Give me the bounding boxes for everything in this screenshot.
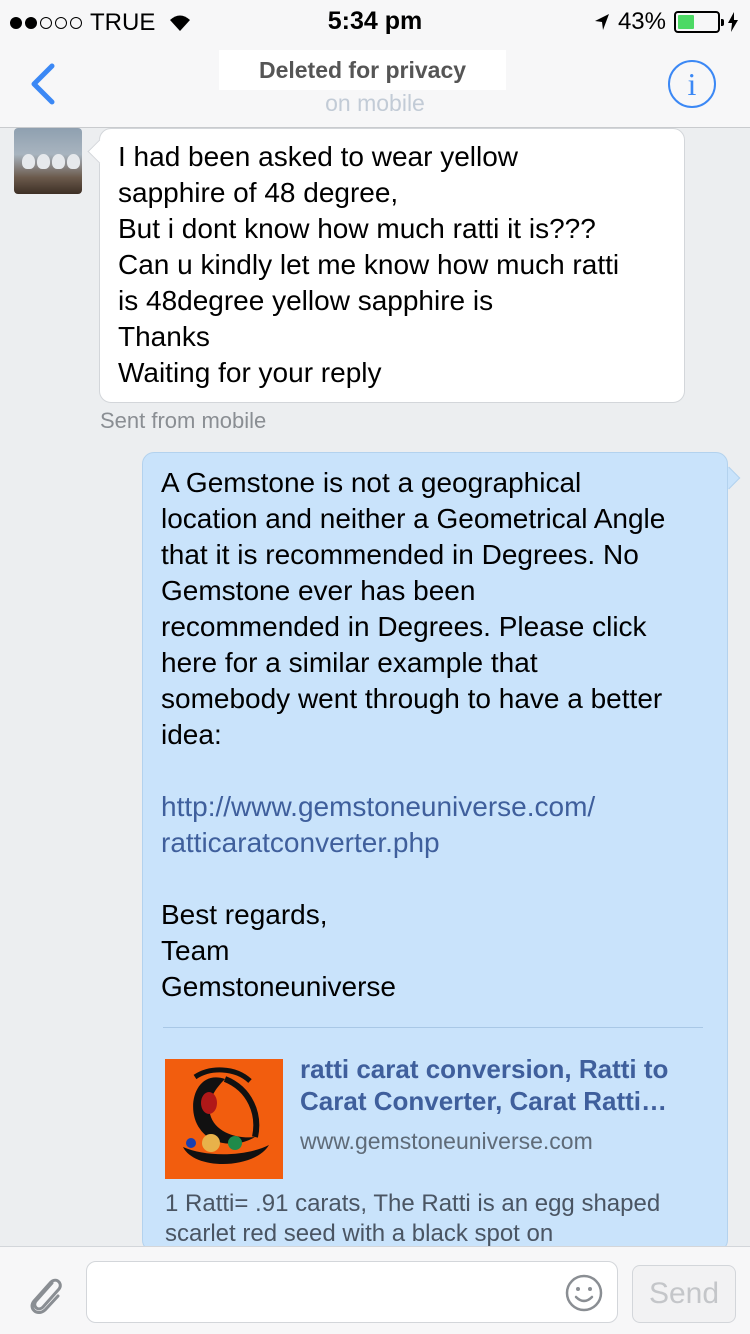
message-line: Waiting for your reply — [118, 357, 382, 388]
gem-logo-icon — [183, 1067, 269, 1165]
message-composer: Send — [0, 1246, 750, 1334]
message-line: here for a similar example that — [161, 647, 538, 678]
navigation-bar: Deleted for privacy on mobile i — [0, 40, 750, 128]
battery-level — [678, 15, 695, 29]
conversation-title: Deleted for privacy — [219, 50, 506, 90]
message-meta: Sent from mobile — [100, 408, 267, 433]
link-preview-url[interactable]: www.gemstoneuniverse.com — [300, 1123, 593, 1159]
preview-divider — [163, 1027, 703, 1028]
incoming-message-bubble: I had been asked to wear yellow sapphire… — [99, 128, 685, 403]
message-link[interactable]: http://www.gemstoneuniverse.com/ — [161, 789, 709, 825]
status-right: 43% — [594, 8, 738, 36]
link-preview-description: 1 Ratti= .91 carats, The Ratti is an egg… — [165, 1190, 661, 1247]
send-button[interactable]: Send — [632, 1265, 736, 1323]
status-bar: TRUE 5:34 pm 43% — [0, 0, 750, 40]
message-line: Can u kindly let me know how much ratti — [118, 249, 620, 280]
info-icon[interactable]: i — [668, 60, 716, 108]
message-line: recommended in Degrees. Please click — [161, 611, 647, 642]
link-preview-title[interactable]: ratti carat conversion, Ratti to Carat C… — [300, 1053, 710, 1117]
link-preview-logo[interactable] — [165, 1059, 283, 1179]
message-line: Thanks — [118, 321, 210, 352]
message-line: location and neither a Geometrical Angle — [161, 503, 666, 534]
outgoing-message-bubble: A Gemstone is not a geographical locatio… — [142, 452, 728, 1252]
battery-icon — [674, 11, 724, 33]
emoji-icon[interactable] — [565, 1274, 603, 1312]
location-arrow-icon — [594, 14, 609, 30]
battery-percent: 43% — [617, 8, 666, 35]
signature-line: Best regards, — [161, 899, 328, 930]
message-link[interactable]: ratticaratconverter.php — [161, 825, 709, 861]
message-line: Gemstone ever has been — [161, 575, 476, 606]
signature-line: Team — [161, 935, 230, 966]
message-line: idea: — [161, 719, 222, 750]
signature-line: Gemstoneuniverse — [161, 971, 397, 1002]
message-line: somebody went through to have a better — [161, 683, 663, 714]
message-line: I had been asked to wear yellow — [118, 141, 519, 172]
message-line: that it is recommended in Degrees. No — [161, 539, 639, 570]
message-line: is 48degree yellow sapphire is — [118, 285, 494, 316]
conversation-subtitle: on mobile — [325, 90, 425, 116]
charging-bolt-icon — [728, 12, 738, 32]
message-line: A Gemstone is not a geographical — [161, 467, 582, 498]
message-line: But i dont know how much ratti it is??? — [118, 213, 596, 244]
message-line: sapphire of 48 degree, — [118, 177, 399, 208]
sender-avatar[interactable] — [14, 128, 82, 194]
message-input[interactable] — [86, 1261, 618, 1323]
paperclip-icon[interactable] — [22, 1271, 68, 1317]
